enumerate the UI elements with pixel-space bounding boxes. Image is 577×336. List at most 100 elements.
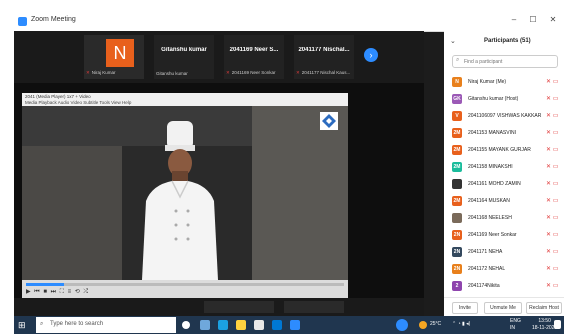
participants-title: Participants (51)	[484, 38, 531, 44]
participant-name: 2041169 Neer Sonkar	[468, 232, 517, 238]
participants-footer: Invite Unmute Me Reclaim Host	[444, 297, 564, 316]
search-icon: ⌕	[40, 321, 44, 327]
windows-start-icon[interactable]: ⊞	[18, 320, 28, 330]
avatar: 2M	[452, 162, 462, 172]
toolbar-segment[interactable]	[204, 301, 274, 313]
participant-row[interactable]: V 2041106097 VISHWAS KAKKAR ✕ ▭	[450, 108, 560, 125]
search-icon: ⌕	[456, 57, 460, 63]
task-view-icon[interactable]	[200, 320, 210, 330]
channel-logo	[320, 112, 338, 130]
minimize-button[interactable]: –	[507, 15, 521, 24]
invite-button[interactable]: Invite	[452, 302, 478, 314]
taskbar-search-placeholder: Type here to search	[50, 321, 104, 327]
tile-title: 2041177 Nischal...	[298, 47, 350, 53]
participant-row[interactable]: 2 2041174Nikita ✕ ▭	[450, 278, 560, 295]
mic-muted-icon: ✕ ▭	[546, 113, 559, 119]
shared-media-player: 2041 (Media Player) 1x7 + Video Media Pl…	[22, 93, 348, 298]
next-page-button[interactable]: ›	[364, 48, 378, 62]
mic-muted-icon: ✕ ▭	[546, 215, 559, 221]
zoom-taskbar-icon[interactable]	[290, 320, 300, 330]
participant-row[interactable]: 2041168 NEELESH ✕ ▭	[450, 210, 560, 227]
participants-panel: ⌄ Participants (51) ⌕ N Niraj Kumar (Me) ✕…	[444, 31, 564, 316]
avatar: 2	[452, 281, 462, 291]
maximize-button[interactable]: ☐	[526, 15, 540, 24]
seek-progress	[26, 283, 65, 286]
tile-name: Gitanshu kumar	[156, 71, 188, 76]
participant-name: 2041171 NEHA	[468, 249, 503, 255]
tile-title: 2041169 Neer S...	[229, 47, 279, 53]
participant-row[interactable]: 2N 2041169 Neer Sonkar ✕ ▭	[450, 227, 560, 244]
avatar: N	[452, 77, 462, 87]
participant-row[interactable]: N Niraj Kumar (Me) ✕ ▭	[450, 74, 560, 91]
mic-muted-icon: ✕ ▭	[546, 164, 559, 170]
avatar: 2N	[452, 230, 462, 240]
participant-name: 2041158 MINAKSHI	[468, 164, 513, 170]
unmute-me-button[interactable]: Unmute Me	[484, 302, 522, 314]
windows-taskbar: ⊞ ⌕ Type here to search 25°C ⌃ ◔ ▮ ◂) EN…	[14, 316, 564, 334]
media-player-menu: Media Playback Audio Video Subtitle Tool…	[25, 100, 132, 105]
participant-name: 2041161 MOHD ZAMIN	[468, 181, 521, 187]
gallery-strip: N ✕ Niraj Kumar Gitanshu kumar Gitanshu k…	[14, 31, 424, 83]
participants-header: ⌄ Participants (51)	[444, 31, 564, 53]
tile-name: ✕ Niraj Kumar	[86, 70, 116, 75]
mail-icon[interactable]	[272, 320, 282, 330]
mic-muted-icon: ✕ ▭	[546, 79, 559, 85]
close-button[interactable]: ✕	[546, 15, 560, 24]
mic-muted-icon: ✕ ▭	[546, 130, 559, 136]
weather-temp[interactable]: 25°C	[430, 321, 441, 327]
title-bar: Zoom Meeting – ☐ ✕	[14, 13, 564, 32]
playback-buttons[interactable]: ▶ ⏮ ■ ⏭ ⛶ ≡ ⟲ ⤮	[26, 288, 89, 296]
mic-muted-icon: ✕ ▭	[546, 249, 559, 255]
avatar: 2M	[452, 196, 462, 206]
avatar	[452, 179, 462, 189]
avatar	[452, 213, 462, 223]
media-player-titlebar: 2041 (Media Player) 1x7 + Video Media Pl…	[22, 93, 348, 107]
video-tile[interactable]: Gitanshu kumar Gitanshu kumar	[154, 35, 214, 79]
mic-muted-icon: ✕ ▭	[546, 198, 559, 204]
participant-search[interactable]: ⌕	[452, 55, 558, 68]
tile-title: Gitanshu kumar	[161, 47, 207, 53]
notifications-icon[interactable]	[554, 320, 561, 329]
participant-row[interactable]: 2M 2041164 MUSKAN ✕ ▭	[450, 193, 560, 210]
help-icon[interactable]	[396, 319, 408, 331]
avatar: 2N	[452, 264, 462, 274]
system-tray-icons[interactable]: ⌃ ◔ ▮ ◂)	[452, 321, 470, 327]
participant-row[interactable]: 2041161 MOHD ZAMIN ✕ ▭	[450, 176, 560, 193]
mic-muted-icon: ✕	[86, 70, 90, 75]
avatar: 2M	[452, 128, 462, 138]
participant-list: N Niraj Kumar (Me) ✕ ▭ GK Gitanshu kumar (Ho…	[450, 74, 560, 295]
taskbar-search[interactable]: ⌕ Type here to search	[36, 317, 176, 333]
chevron-down-icon[interactable]: ⌄	[450, 37, 456, 45]
avatar: 2N	[452, 247, 462, 257]
seek-bar[interactable]	[26, 283, 344, 286]
avatar: GK	[452, 94, 462, 104]
participant-row[interactable]: 2M 2041158 MINAKSHI ✕ ▭	[450, 159, 560, 176]
mic-muted-icon: ✕ ▭	[546, 266, 559, 272]
participant-row[interactable]: 2N 2041172 NEHAL ✕ ▭	[450, 261, 560, 278]
avatar: 2M	[452, 145, 462, 155]
participant-row[interactable]: 2N 2041171 NEHA ✕ ▭	[450, 244, 560, 261]
window-title: Zoom Meeting	[31, 16, 76, 23]
store-icon[interactable]	[254, 320, 264, 330]
participant-row[interactable]: GK Gitanshu kumar (Host) ✕ ▭	[450, 91, 560, 108]
mic-muted-icon: ✕ ▭	[546, 147, 559, 153]
meeting-controls-bar	[14, 298, 424, 316]
participant-name: Niraj Kumar (Me)	[468, 79, 507, 85]
video-tile[interactable]: N ✕ Niraj Kumar	[84, 35, 144, 79]
participant-name: 2041106097 VISHWAS KAKKAR	[468, 113, 542, 119]
reclaim-host-button[interactable]: Reclaim Host	[526, 302, 562, 314]
mic-muted-icon: ✕ ▭	[546, 283, 559, 289]
search-input[interactable]	[464, 56, 554, 67]
file-explorer-icon[interactable]	[236, 320, 246, 330]
video-tile[interactable]: 2041169 Neer S... ✕ 2041169 Neer Sonkar	[224, 35, 284, 79]
participant-row[interactable]: 2M 2041155 MAYANK GURJAR ✕ ▭	[450, 142, 560, 159]
zoom-app-icon	[18, 17, 27, 26]
toolbar-segment[interactable]	[284, 301, 344, 313]
participant-row[interactable]: 2M 2041153 MANASVINI ✕ ▭	[450, 125, 560, 142]
language-indicator[interactable]: ENG IN	[510, 318, 521, 332]
mic-muted-icon: ✕	[296, 70, 300, 75]
cortana-icon[interactable]	[182, 321, 190, 329]
participant-name: 2041172 NEHAL	[468, 266, 506, 272]
video-tile[interactable]: 2041177 Nischal... ✕ 2041177 Nischal Kaus…	[294, 35, 354, 79]
edge-icon[interactable]	[218, 320, 228, 330]
